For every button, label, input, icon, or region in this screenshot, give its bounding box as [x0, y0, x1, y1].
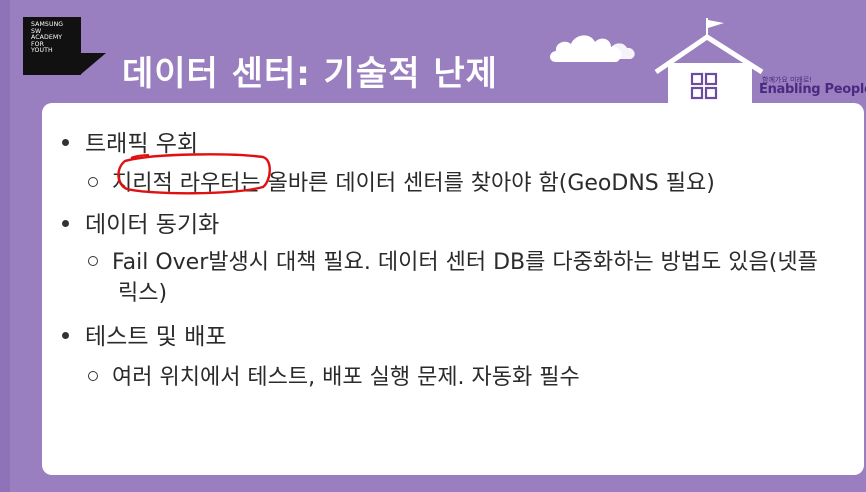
bullet-item: 데이터 동기화	[62, 205, 219, 239]
bullet-label: 데이터 동기화	[85, 212, 220, 238]
sub-bullet-text: 여러 위치에서 테스트, 배포 실행 문제. 자동화 필수	[112, 365, 580, 390]
sub-bullet-item: 여러 위치에서 테스트, 배포 실행 문제. 자동화 필수	[88, 359, 580, 391]
red-annotation-circle	[117, 153, 271, 195]
slide-title: 데이터 센터: 기술적 난제	[122, 54, 498, 94]
bullet-dot	[62, 332, 69, 339]
sub-bullet-ring	[88, 177, 98, 187]
brand-name: Enabling People	[759, 82, 866, 97]
slide: SAMSUNG SW ACADEMY FOR YOUTH 데이터 센터: 기술적…	[0, 0, 866, 492]
slide-edge	[0, 0, 10, 492]
sub-bullet-ring	[88, 256, 98, 266]
bullet-dot	[62, 220, 69, 227]
sub-bullet-text: Fail Over발생시 대책 필요. 데이터 센터 DB를 다중화하는 방법도…	[112, 250, 818, 306]
bullet-label: 테스트 및 배포	[85, 324, 227, 350]
bullet-dot	[62, 139, 69, 146]
sub-bullet-ring	[88, 371, 98, 381]
cloud-icon	[550, 35, 635, 62]
logo-line: YOUTH	[31, 47, 53, 55]
bullet-item: 테스트 및 배포	[62, 317, 227, 351]
logo-wedge	[80, 53, 106, 75]
school-house-icon	[654, 18, 764, 108]
samsung-academy-logo: SAMSUNG SW ACADEMY FOR YOUTH	[23, 17, 106, 75]
logo-text: SAMSUNG SW ACADEMY FOR YOUTH	[31, 21, 63, 55]
sub-bullet-item: Fail Over발생시 대책 필요. 데이터 센터 DB를 다중화하는 방법도…	[88, 247, 838, 309]
